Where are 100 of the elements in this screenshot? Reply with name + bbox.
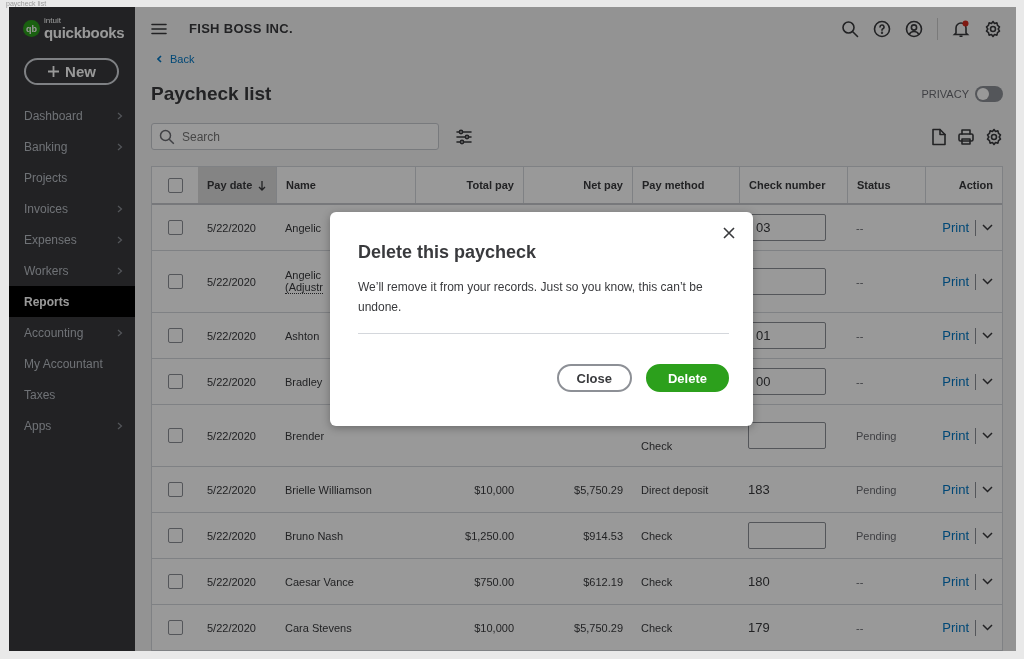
settings-icon[interactable] <box>984 19 1002 38</box>
close-icon[interactable] <box>723 227 735 239</box>
status: -- <box>856 575 864 588</box>
column-header[interactable]: Total pay <box>415 167 523 203</box>
logo-mark: qb <box>23 20 40 37</box>
dialog-title: Delete this paycheck <box>358 242 538 263</box>
column-header[interactable]: Net pay <box>523 167 632 203</box>
check-number: 183 <box>748 482 770 497</box>
row-checkbox[interactable] <box>167 528 183 543</box>
logo-name: quickbooks <box>44 25 125 40</box>
print-link[interactable]: Print <box>942 274 969 289</box>
menu-icon[interactable] <box>151 22 167 35</box>
search-icon[interactable] <box>841 19 859 38</box>
row-checkbox[interactable] <box>167 220 183 235</box>
document-icon[interactable] <box>931 127 947 146</box>
print-link[interactable]: Print <box>942 328 969 343</box>
print-link[interactable]: Print <box>942 528 969 543</box>
caret-icon[interactable] <box>982 332 993 339</box>
new-button[interactable]: New <box>24 58 119 85</box>
print-link[interactable]: Print <box>942 482 969 497</box>
sidebar-item[interactable]: Dashboard <box>9 100 135 131</box>
status: -- <box>856 221 864 234</box>
employee-name: Bradley <box>285 375 323 388</box>
print-link[interactable]: Print <box>942 374 969 389</box>
employee-name: Brender <box>285 429 325 442</box>
status: -- <box>856 621 864 634</box>
sidebar-item[interactable]: My Accountant <box>9 348 135 379</box>
column-header[interactable]: Name <box>276 167 415 203</box>
check-number: 180 <box>748 574 770 589</box>
caret-icon[interactable] <box>982 578 993 585</box>
employee-name: Cara Stevens <box>285 621 352 634</box>
sidebar-item[interactable]: Invoices <box>9 193 135 224</box>
chevron-left-icon <box>157 55 162 63</box>
sidebar-item[interactable]: Workers <box>9 255 135 286</box>
pay-method: Check <box>641 575 673 588</box>
check-number-field[interactable] <box>748 422 826 449</box>
caret-icon[interactable] <box>982 432 993 439</box>
name-note: (Adjustr <box>285 281 323 294</box>
row-checkbox[interactable] <box>167 374 183 389</box>
row-checkbox[interactable] <box>167 620 183 635</box>
row-checkbox[interactable] <box>167 328 183 343</box>
sidebar-item[interactable]: Banking <box>9 131 135 162</box>
column-header[interactable]: Status <box>847 167 925 203</box>
pay-date: 5/22/2020 <box>207 275 256 288</box>
column-header[interactable]: Action <box>925 167 1002 203</box>
help-icon[interactable] <box>873 19 891 38</box>
column-header[interactable]: Check number <box>739 167 847 203</box>
print-link[interactable]: Print <box>942 220 969 235</box>
total-pay: $10,000 <box>474 483 514 496</box>
sidebar-item[interactable]: Apps <box>9 410 135 441</box>
sidebar-item[interactable]: Reports <box>9 286 135 317</box>
close-button[interactable]: Close <box>556 364 632 392</box>
profile-icon[interactable] <box>905 19 923 38</box>
settings-icon[interactable] <box>985 127 1003 146</box>
pay-method: Direct deposit <box>641 483 709 496</box>
employee-name: Bruno Nash <box>285 529 344 542</box>
sort-arrow-icon <box>258 179 267 191</box>
print-link[interactable]: Print <box>942 428 969 443</box>
print-link[interactable]: Print <box>942 620 969 635</box>
plus-icon <box>47 65 61 78</box>
row-checkbox[interactable] <box>167 574 183 589</box>
sidebar-item[interactable]: Accounting <box>9 317 135 348</box>
pay-date: 5/22/2020 <box>207 221 256 234</box>
employee-name: Caesar Vance <box>285 575 354 588</box>
pay-date: 5/22/2020 <box>207 429 256 442</box>
pay-date: 5/22/2020 <box>207 329 256 342</box>
row-checkbox[interactable] <box>167 428 183 443</box>
pay-date: 5/22/2020 <box>207 529 256 542</box>
back-link[interactable]: Back <box>151 53 195 65</box>
caret-icon[interactable] <box>982 224 993 231</box>
row-checkbox[interactable] <box>167 274 183 289</box>
privacy-toggle[interactable] <box>975 86 1003 102</box>
print-icon[interactable] <box>957 127 975 146</box>
pay-method: Check <box>641 440 673 452</box>
notification-bell-icon[interactable] <box>952 19 970 38</box>
delete-button[interactable]: Delete <box>645 364 729 392</box>
caret-icon[interactable] <box>982 378 993 385</box>
status: Pending <box>856 429 897 442</box>
sidebar-item[interactable]: Projects <box>9 162 135 193</box>
sidebar-item[interactable]: Expenses <box>9 224 135 255</box>
caret-icon[interactable] <box>982 278 993 285</box>
check-number-field[interactable] <box>748 522 826 549</box>
filter-icon[interactable] <box>455 127 473 146</box>
total-pay: $1,250.00 <box>465 529 514 542</box>
status: Pending <box>856 483 897 496</box>
page-title: Paycheck list <box>151 83 272 105</box>
search-field[interactable]: Search <box>151 123 439 150</box>
pay-method: Check <box>641 621 673 634</box>
column-header[interactable]: Pay date <box>198 167 276 203</box>
net-pay: $5,750.29 <box>574 483 623 496</box>
column-header[interactable]: Pay method <box>632 167 739 203</box>
caret-icon[interactable] <box>982 486 993 493</box>
privacy-label: PRIVACY <box>921 88 969 100</box>
print-link[interactable]: Print <box>942 574 969 589</box>
row-checkbox[interactable] <box>167 482 183 497</box>
caret-icon[interactable] <box>982 624 993 631</box>
caret-icon[interactable] <box>982 532 993 539</box>
sidebar-item[interactable]: Taxes <box>9 379 135 410</box>
employee-name: Angelic <box>285 221 322 234</box>
select-all-checkbox[interactable] <box>167 177 183 193</box>
